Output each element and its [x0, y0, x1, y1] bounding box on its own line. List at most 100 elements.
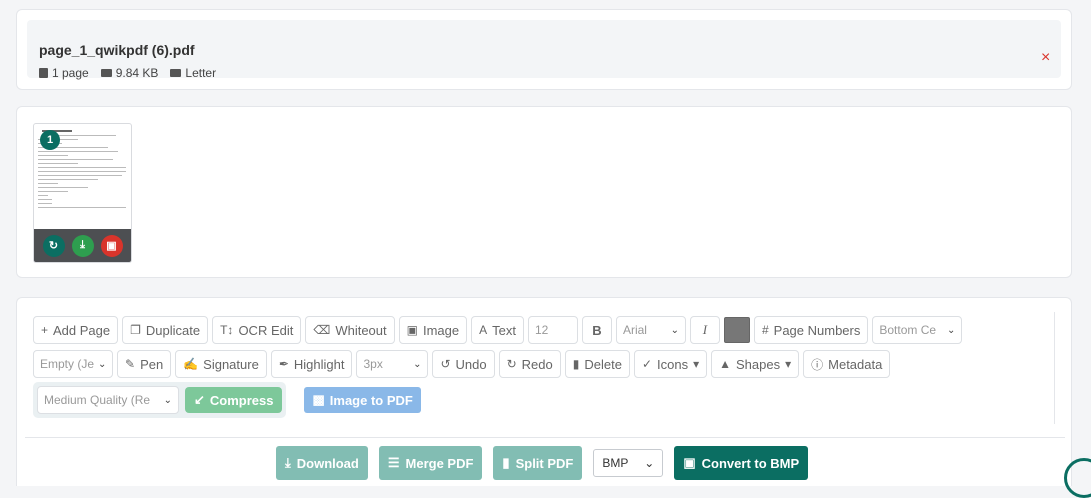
- merge-pdf-label: Merge PDF: [405, 455, 474, 471]
- thumbnail-actions: ↻ ⤓ ▣: [34, 229, 131, 262]
- empty-select-value: Empty (Je: [40, 357, 95, 371]
- plus-icon: +: [41, 323, 49, 337]
- duplicate-label: Duplicate: [145, 322, 201, 338]
- delete-label: Delete: [584, 356, 622, 372]
- font-icon: A: [479, 323, 488, 337]
- hashtag-icon: #: [761, 323, 769, 337]
- metadata-button[interactable]: ⓘ Metadata: [803, 350, 891, 378]
- undo-label: Undo: [455, 356, 487, 372]
- info-icon: ⓘ: [811, 357, 824, 372]
- icons-dropdown[interactable]: ✓ Icons ▾: [633, 350, 708, 378]
- page-count-label: 1 page: [52, 66, 89, 80]
- color-picker[interactable]: [723, 317, 750, 343]
- copy-icon: ❐: [130, 323, 141, 337]
- chevron-down-icon: ⌄: [163, 394, 172, 406]
- caret-down-icon: ▾: [785, 357, 792, 371]
- file-name: page_1_qwikpdf (6).pdf: [39, 42, 195, 58]
- chevron-down-icon: ⌄: [413, 358, 422, 370]
- bold-button[interactable]: B: [581, 316, 612, 344]
- shapes-label: Shapes: [736, 356, 781, 372]
- pen-icon: ✎: [125, 357, 136, 371]
- eraser-icon: ⌫: [313, 323, 331, 337]
- page-thumbnails-panel: 1 ↻ ⤓ ▣: [16, 106, 1072, 278]
- format-select-value: BMP: [602, 456, 629, 470]
- image-to-pdf-button[interactable]: ▩ Image to PDF: [304, 387, 421, 413]
- compress-label: Compress: [209, 392, 274, 408]
- split-pdf-button[interactable]: ▮ Split PDF: [493, 446, 583, 480]
- image-to-pdf-label: Image to PDF: [329, 392, 413, 408]
- hdd-icon: [100, 69, 112, 77]
- file-image-icon: ▩: [312, 392, 325, 407]
- compress-group: Medium Quality (Re ⌄ ↙ Compress: [33, 382, 287, 418]
- delete-button[interactable]: ▮ Delete: [564, 350, 630, 378]
- download-label: Download: [296, 455, 359, 471]
- trash-icon: ▮: [572, 357, 580, 371]
- ocr-edit-button[interactable]: T↕ OCR Edit: [212, 316, 302, 344]
- icons-label: Icons: [657, 356, 689, 372]
- editor-tools-panel: + Add Page ❐ Duplicate T↕ OCR Edit ⌫ Whiteou…: [16, 297, 1072, 486]
- trash-icon[interactable]: ▣: [100, 234, 123, 257]
- rotate-icon[interactable]: ↻: [42, 234, 65, 257]
- stroke-select-value: 3px: [363, 357, 383, 371]
- image-button[interactable]: ▣ Image: [398, 316, 468, 344]
- quality-select[interactable]: Medium Quality (Re ⌄: [37, 386, 179, 414]
- download-icon[interactable]: ⤓: [71, 234, 94, 257]
- format-select[interactable]: BMP ⌄: [593, 449, 664, 477]
- shapes-dropdown[interactable]: ▲ Shapes ▾: [711, 350, 800, 378]
- floating-action-button[interactable]: [1064, 458, 1091, 498]
- quality-select-value: Medium Quality (Re: [44, 393, 151, 407]
- toolbar-row-1: + Add Page ❐ Duplicate T↕ OCR Edit ⌫ Whiteou…: [33, 316, 963, 344]
- download-button[interactable]: ⤓ Download: [276, 446, 368, 480]
- page-numbers-label: Page Numbers: [773, 322, 861, 338]
- italic-button[interactable]: I: [689, 316, 720, 344]
- shapes-icon: ▲: [719, 357, 731, 371]
- file-icon: [39, 68, 48, 78]
- file-card: page_1_qwikpdf (6).pdf 1 page 9.84 KB Le…: [27, 20, 1061, 80]
- pen-button[interactable]: ✎ Pen: [117, 350, 172, 378]
- whiteout-label: Whiteout: [335, 322, 387, 338]
- font-select[interactable]: Arial ⌄: [615, 316, 686, 344]
- paper-format-label: Letter: [185, 66, 217, 80]
- text-button[interactable]: A Text: [471, 316, 524, 344]
- compress-button[interactable]: ↙ Compress: [185, 387, 283, 413]
- chevron-down-icon: ⌄: [946, 324, 956, 336]
- signature-label: Signature: [203, 356, 259, 372]
- page-number-badge: 1: [40, 130, 60, 150]
- highlight-button[interactable]: ✒ Highlight: [270, 350, 353, 378]
- pen-label: Pen: [140, 356, 164, 372]
- position-select-value: Bottom Ce: [879, 323, 937, 337]
- remove-file-button[interactable]: ×: [1041, 49, 1050, 67]
- text-height-icon: T↕: [220, 323, 234, 337]
- add-page-label: Add Page: [53, 322, 111, 338]
- page-numbers-button[interactable]: # Page Numbers: [753, 316, 869, 344]
- redo-button[interactable]: ↻ Redo: [498, 350, 561, 378]
- split-pdf-label: Split PDF: [515, 455, 574, 471]
- image-icon: ▣: [406, 323, 418, 337]
- redo-icon: ↻: [506, 357, 517, 371]
- undo-button[interactable]: ↺ Undo: [432, 350, 495, 378]
- chevron-down-icon: ⌄: [644, 456, 655, 470]
- position-select[interactable]: Bottom Ce ⌄: [872, 316, 963, 344]
- metadata-label: Metadata: [828, 356, 883, 372]
- empty-select[interactable]: Empty (Je ⌄: [33, 350, 113, 378]
- file-meta: 1 page 9.84 KB Letter: [39, 66, 216, 80]
- highlight-label: Highlight: [293, 356, 345, 372]
- paper-format: Letter: [170, 66, 216, 80]
- whiteout-button[interactable]: ⌫ Whiteout: [305, 316, 395, 344]
- merge-pdf-button[interactable]: ☰ Merge PDF: [378, 446, 483, 480]
- signature-button[interactable]: ✍ Signature: [175, 350, 267, 378]
- duplicate-button[interactable]: ❐ Duplicate: [122, 316, 209, 344]
- font-size-input[interactable]: 12: [527, 316, 578, 344]
- stroke-select[interactable]: 3px ⌄: [356, 350, 429, 378]
- chevron-down-icon: ⌄: [98, 358, 107, 370]
- printer-icon: [170, 69, 182, 77]
- convert-button[interactable]: ▣ Convert to BMP: [674, 446, 809, 480]
- toolbar: + Add Page ❐ Duplicate T↕ OCR Edit ⌫ Whiteou…: [33, 312, 1055, 424]
- caret-down-icon: ▾: [693, 357, 700, 371]
- ocr-edit-label: OCR Edit: [238, 322, 294, 338]
- font-select-value: Arial: [622, 323, 647, 337]
- file-size-label: 9.84 KB: [115, 66, 159, 80]
- add-page-button[interactable]: + Add Page: [33, 316, 119, 344]
- compress-icon: ↙: [194, 392, 205, 407]
- page-thumbnail[interactable]: 1 ↻ ⤓ ▣: [33, 123, 132, 263]
